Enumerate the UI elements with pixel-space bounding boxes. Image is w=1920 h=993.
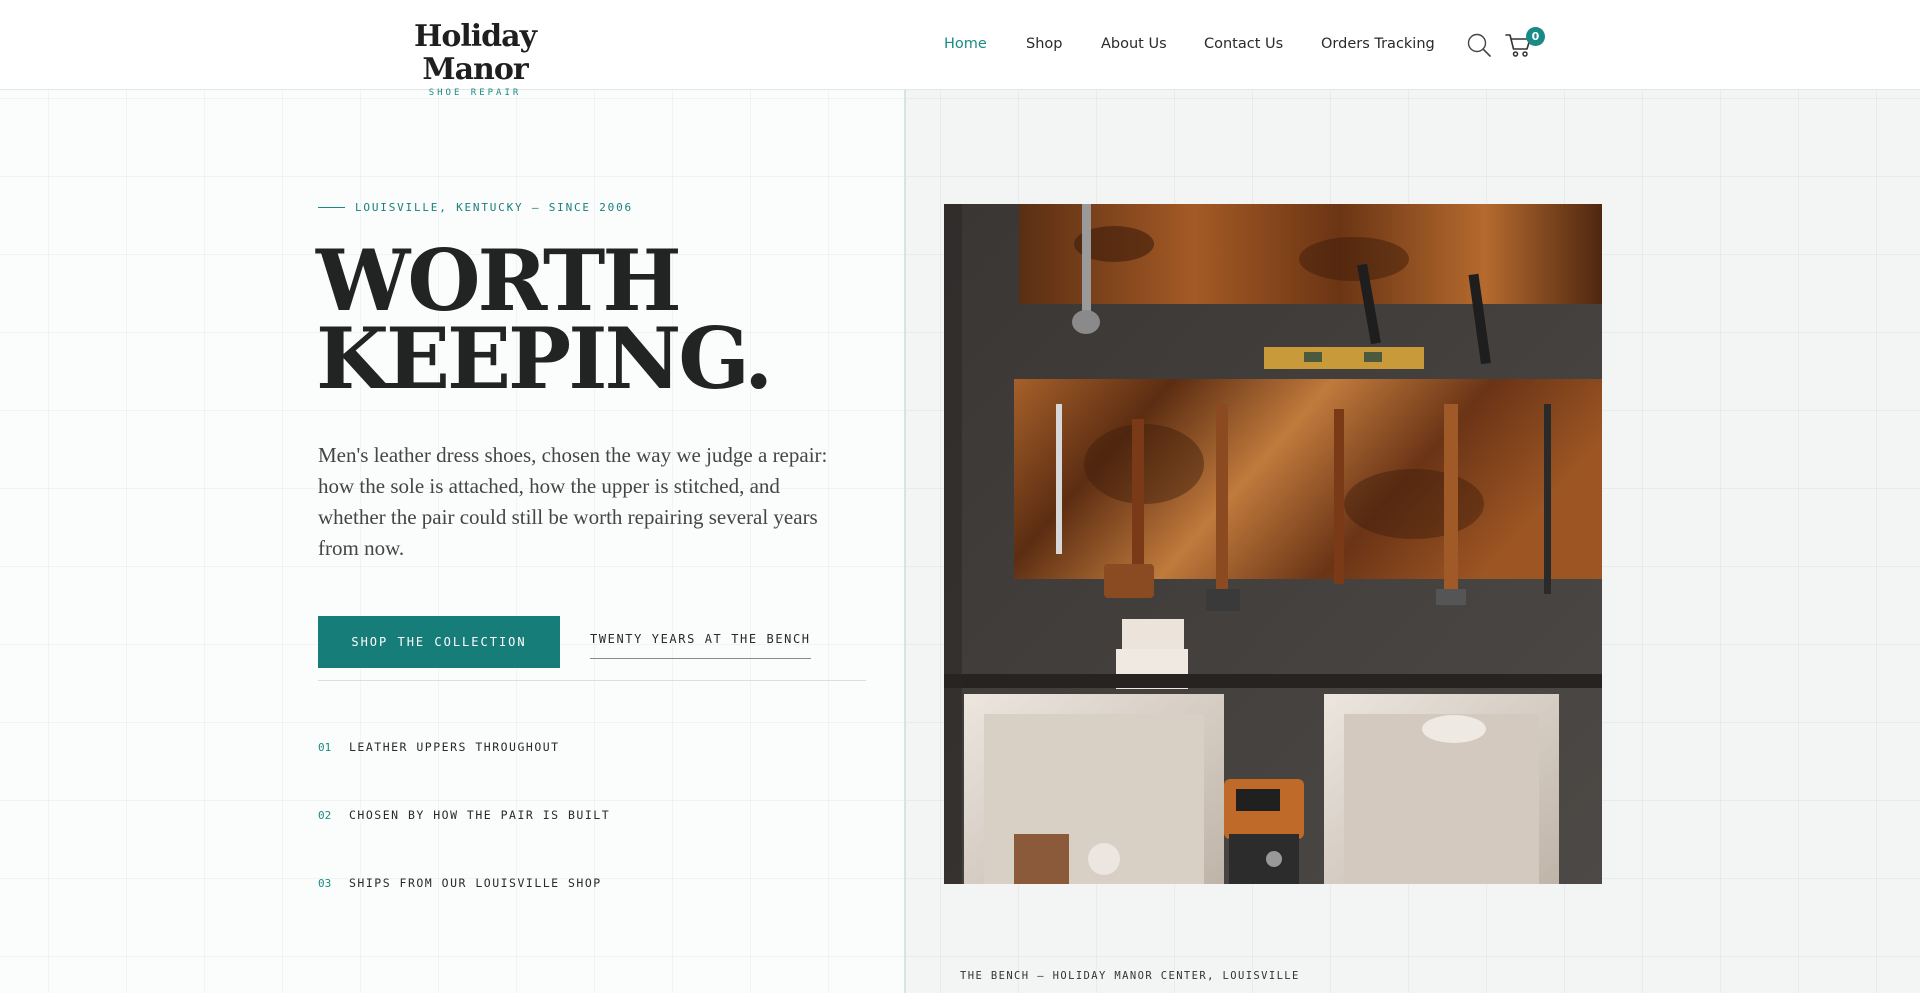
nav-item-home[interactable]: Home [944, 36, 987, 52]
feature-number: 01 [318, 741, 332, 754]
feature-number: 02 [318, 809, 332, 822]
photo-caption: THE BENCH — HOLIDAY MANOR CENTER, LOUISV… [960, 970, 1300, 982]
nav-item-orders-tracking[interactable]: Orders Tracking [1321, 36, 1435, 52]
feature-text: LEATHER UPPERS THROUGHOUT [349, 740, 560, 754]
feature-text: SHIPS FROM OUR LOUISVILLE SHOP [349, 876, 602, 890]
headline-line-2: KEEPING. [316, 309, 773, 408]
eyebrow-text: LOUISVILLE, KENTUCKY — SINCE 2006 [355, 201, 633, 214]
hero-divider [318, 680, 866, 681]
photo-tape-roll [1122, 619, 1184, 649]
logo-title: Holiday Manor [414, 19, 537, 87]
feature-item: 02 CHOSEN BY HOW THE PAIR IS BUILT [318, 808, 610, 822]
twenty-years-link[interactable]: TWENTY YEARS AT THE BENCH [590, 632, 811, 659]
eyebrow-rule [318, 207, 345, 208]
hero-headline: WORTH KEEPING. [316, 239, 876, 401]
shop-collection-button[interactable]: SHOP THE COLLECTION [318, 616, 560, 668]
feature-text: CHOSEN BY HOW THE PAIR IS BUILT [349, 808, 611, 822]
nav-item-shop[interactable]: Shop [1026, 36, 1062, 52]
feature-item: 01 LEATHER UPPERS THROUGHOUT [318, 740, 560, 754]
search-icon[interactable] [1466, 32, 1492, 58]
logo-tagline: SHOE REPAIR [428, 88, 522, 98]
hero-eyebrow: LOUISVILLE, KENTUCKY — SINCE 2006 [318, 201, 633, 214]
nav-item-about-us[interactable]: About Us [1101, 36, 1167, 52]
site-header: Holiday Manor SHOE REPAIR Home Shop Abou… [0, 0, 1920, 98]
cart-count-badge: 0 [1526, 27, 1545, 46]
feature-item: 03 SHIPS FROM OUR LOUISVILLE SHOP [318, 876, 602, 890]
feature-number: 03 [318, 877, 332, 890]
photo-level-tool [1264, 347, 1424, 369]
nav-item-contact-us[interactable]: Contact Us [1204, 36, 1283, 52]
hero-lead-paragraph: Men's leather dress shoes, chosen the wa… [318, 443, 828, 560]
workbench-photo [944, 204, 1602, 884]
site-logo[interactable]: Holiday Manor SHOE REPAIR [375, 20, 575, 98]
